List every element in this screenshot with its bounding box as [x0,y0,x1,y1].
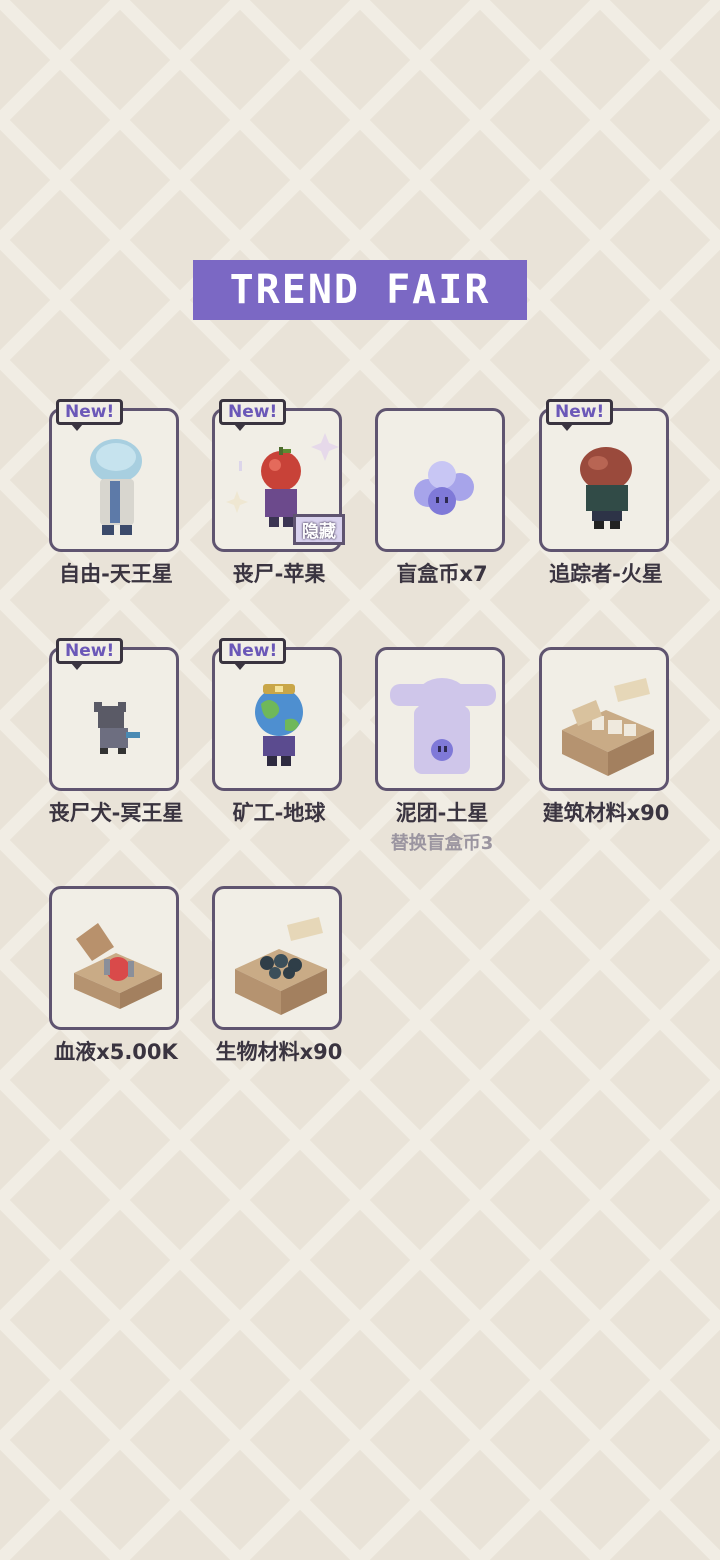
reward-grid: New! 自由-天王星 New! 隐藏 丧尸-苹果 盲盒币x7 New! 追踪者… [0,0,720,1560]
reward-card[interactable]: New! [49,638,179,791]
reward-card[interactable] [212,886,342,1030]
reward-label: 建筑材料x90 [542,801,670,825]
reward-label: 生物材料x90 [215,1040,343,1064]
pluto-dog-icon [94,702,140,754]
uranus-figure-icon [90,439,142,535]
reward-card[interactable]: New! [539,399,669,552]
reward-label: 泥团-土星 [395,801,489,825]
new-badge: New! [56,638,124,670]
new-badge: New! [546,399,614,431]
bio-materials-box-icon [235,917,327,1015]
reward-label: 丧尸-苹果 [232,562,326,586]
reward-card[interactable]: New! 隐藏 [212,399,345,552]
earth-miner-icon [255,684,303,766]
new-badge: New! [219,638,287,670]
blindbox-coin-icon [414,461,474,515]
hidden-badge: 隐藏 [293,514,345,545]
saturn-mud-silhouette-icon [390,678,496,774]
new-badge: New! [219,399,287,431]
blood-box-icon [74,923,162,1009]
replace-note: 替换盲盒币3 [390,833,494,854]
reward-label: 自由-天王星 [59,562,173,586]
reward-card[interactable] [375,647,505,791]
reward-card[interactable] [539,647,669,791]
reward-label: 血液x5.00K [54,1040,178,1064]
reward-card[interactable] [49,886,179,1030]
mars-tracker-icon [580,447,632,529]
reward-card[interactable]: New! [212,638,342,791]
new-badge: New! [56,399,124,431]
reward-label: 矿工-地球 [232,801,326,825]
reward-card[interactable]: New! [49,399,179,552]
reward-card[interactable] [375,408,505,552]
reward-label: 追踪者-火星 [549,562,663,586]
building-materials-box-icon [562,678,654,776]
reward-label: 丧尸犬-冥王星 [48,801,184,825]
reward-label: 盲盒币x7 [396,562,488,586]
